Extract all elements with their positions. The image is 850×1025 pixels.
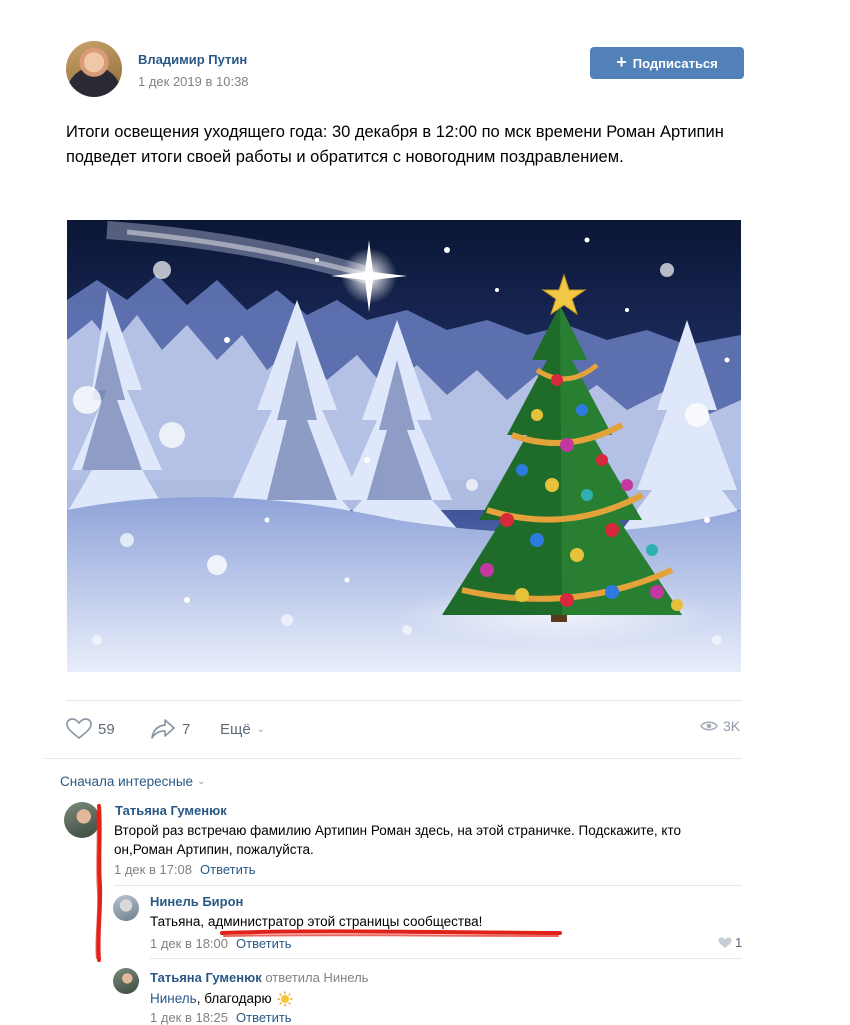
author-name[interactable]: Владимир Путин	[138, 52, 247, 67]
plus-icon: +	[616, 52, 627, 72]
comment-date[interactable]: 1 дек в 18:00	[150, 936, 228, 951]
divider	[66, 700, 742, 701]
comments-sort-label: Сначала интересные	[60, 774, 194, 789]
comments-sort[interactable]: Сначала интересные ⌄	[60, 774, 205, 789]
views-count: 3K	[723, 718, 741, 734]
comment-avatar[interactable]	[113, 968, 139, 994]
comment-author[interactable]: Татьяна Гуменюк	[115, 803, 227, 818]
author-avatar[interactable]	[66, 41, 122, 97]
comment-avatar[interactable]	[64, 802, 100, 838]
comment-text: Второй раз встречаю фамилию Артипин Рома…	[114, 823, 681, 857]
reply-button[interactable]: Ответить	[200, 862, 256, 877]
comment-like-button[interactable]: 1	[718, 935, 742, 950]
heart-icon	[66, 718, 92, 740]
eye-icon	[700, 721, 718, 731]
more-label: Ещё	[220, 720, 251, 738]
comment-meta: 1 дек в 18:00 Ответить	[150, 936, 292, 951]
subscribe-button[interactable]: + Подписаться	[590, 47, 744, 79]
subscribe-label: Подписаться	[632, 55, 718, 71]
comment-author[interactable]: Татьяна Гуменюк	[150, 970, 262, 985]
comment-text: , благодарю	[196, 991, 272, 1006]
comment-date[interactable]: 1 дек в 17:08	[114, 862, 192, 877]
comment-avatar[interactable]	[113, 895, 139, 921]
sun-emoji	[277, 991, 293, 1006]
comment-author[interactable]: Нинель Бирон	[150, 894, 243, 909]
share-button[interactable]: 7	[150, 716, 190, 742]
christmas-tree-image[interactable]	[67, 220, 741, 672]
divider	[150, 958, 742, 959]
like-button[interactable]: 59	[66, 716, 115, 742]
views-counter: 3K	[700, 718, 740, 734]
share-count: 7	[182, 720, 191, 738]
more-button[interactable]: Ещё ⌄	[220, 716, 265, 742]
replied-to: ответила Нинель	[265, 970, 369, 985]
addressee-link[interactable]: Нинель	[150, 989, 197, 1008]
heart-icon	[718, 937, 732, 948]
reply-button[interactable]: Ответить	[236, 936, 292, 951]
post-date[interactable]: 1 дек 2019 в 10:38	[138, 74, 249, 89]
like-count: 59	[98, 720, 115, 738]
chevron-down-icon: ⌄	[197, 776, 206, 787]
comment-text-row: Нинель , благодарю	[150, 989, 293, 1008]
comment-like-count: 1	[735, 935, 743, 950]
divider	[114, 885, 742, 886]
divider	[44, 758, 742, 759]
comment-meta: 1 дек в 17:08 Ответить	[114, 862, 256, 877]
share-icon	[151, 719, 175, 739]
comment-header: Татьяна Гуменюк ответила Нинель	[150, 970, 368, 985]
post-text: Итоги освещения уходящего года: 30 декаб…	[66, 123, 724, 166]
chevron-down-icon: ⌄	[256, 723, 266, 735]
comment-text: Татьяна, администратор этой страницы соо…	[150, 914, 483, 929]
